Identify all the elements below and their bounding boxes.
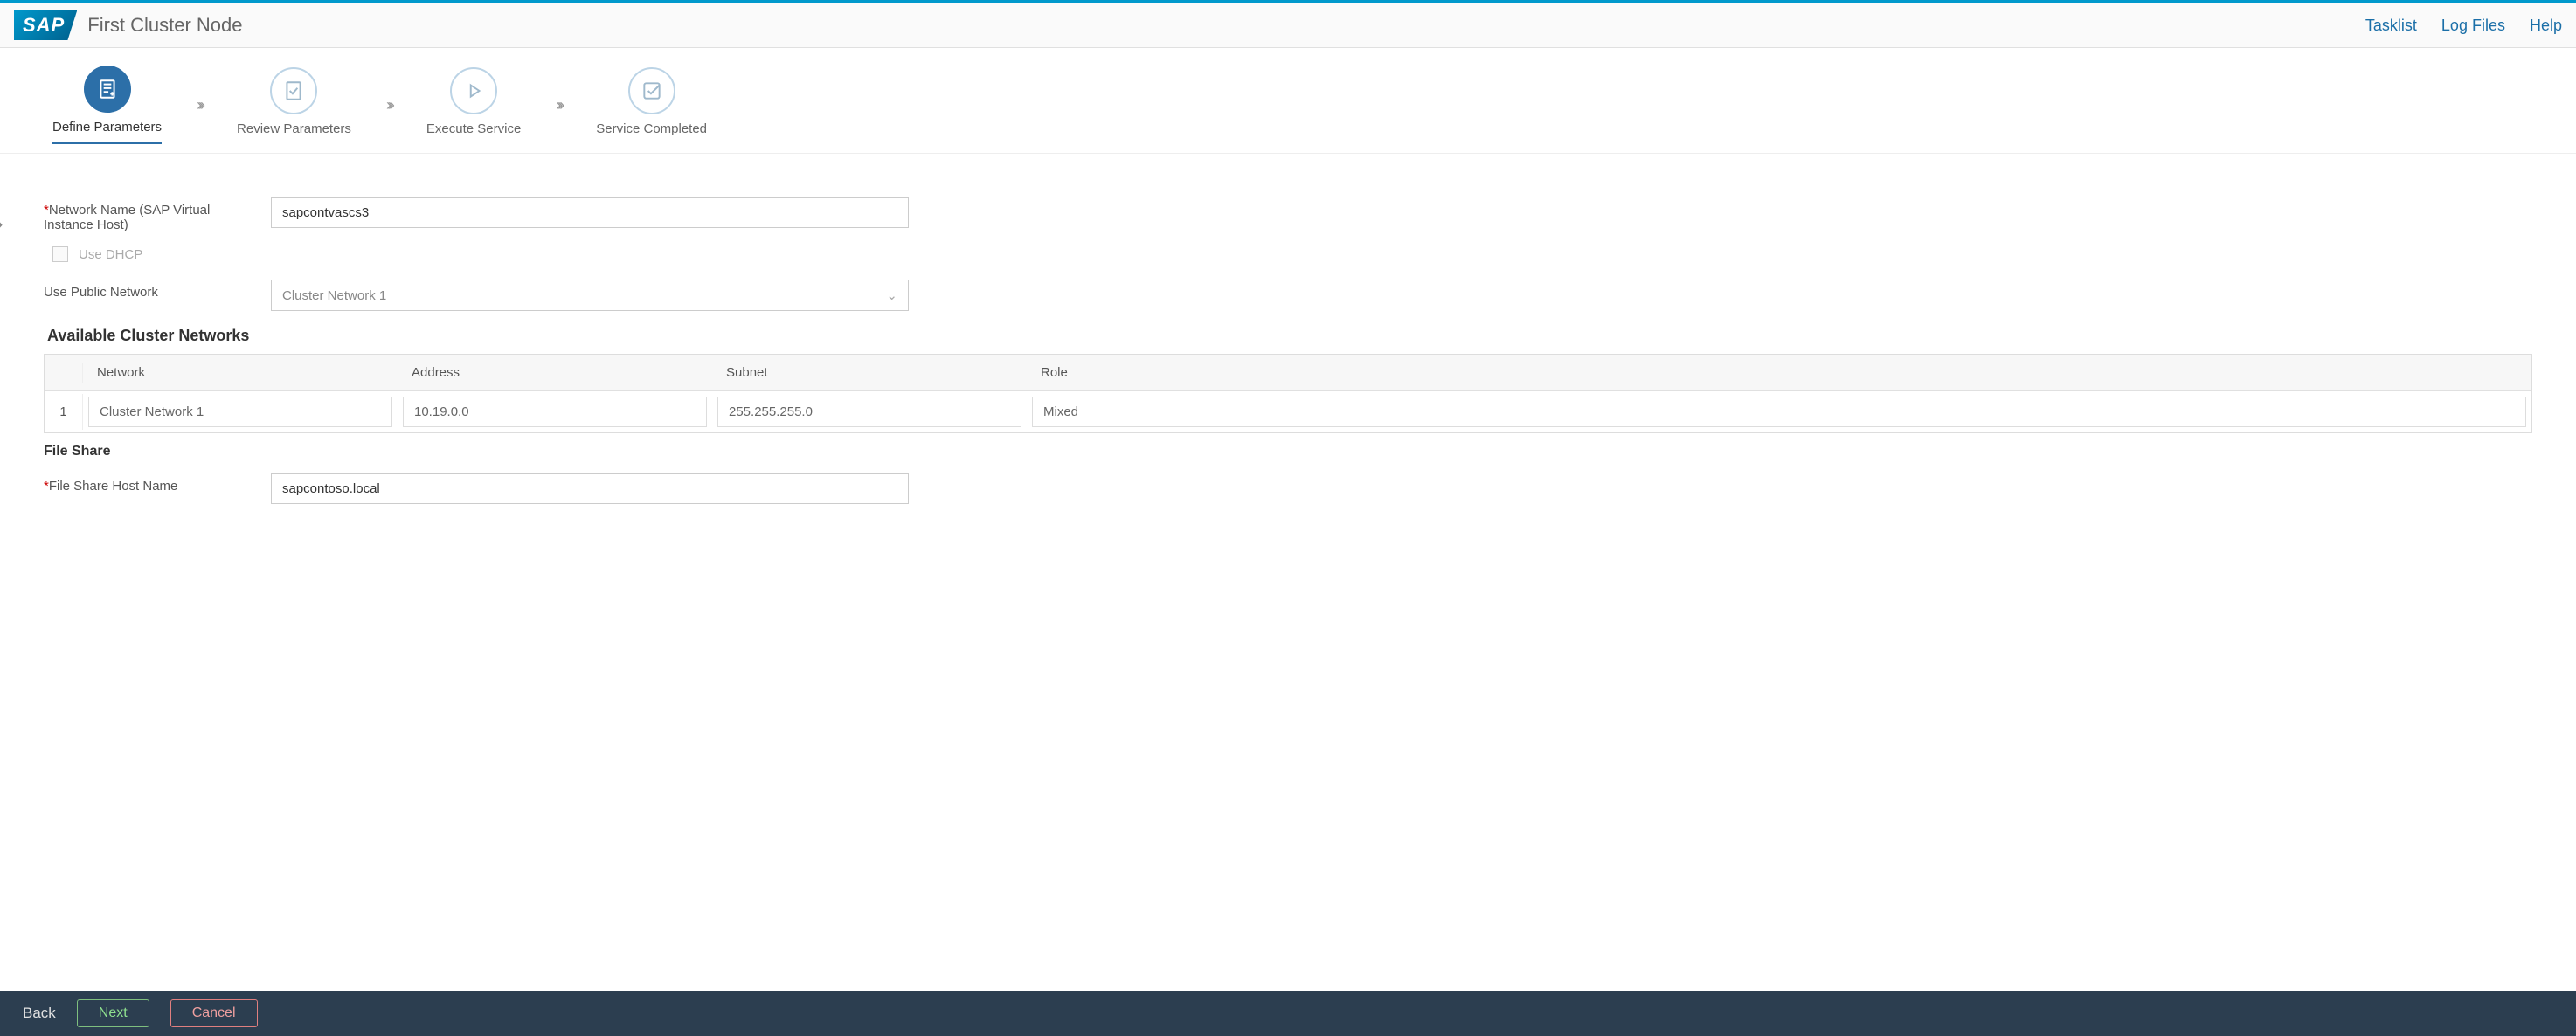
available-networks-heading: Available Cluster Networks bbox=[47, 327, 2532, 345]
file-share-host-input[interactable] bbox=[271, 473, 909, 504]
step-execute-service[interactable]: Execute Service bbox=[426, 67, 521, 143]
file-share-heading: File Share bbox=[44, 444, 2532, 459]
chevron-separator: ››› bbox=[197, 96, 202, 114]
page-title: First Cluster Node bbox=[87, 14, 242, 37]
step-label: Execute Service bbox=[426, 121, 521, 136]
wizard-stepper: Define Parameters ››› Review Parameters … bbox=[0, 48, 2576, 154]
use-public-network-label: Use Public Network bbox=[44, 280, 253, 300]
col-header-subnet: Subnet bbox=[712, 355, 1027, 390]
step-label: Review Parameters bbox=[237, 121, 351, 136]
use-dhcp-checkbox[interactable] bbox=[52, 246, 68, 262]
back-button[interactable]: Back bbox=[23, 1005, 56, 1022]
col-header-network: Network bbox=[83, 355, 398, 390]
checkbox-checked-icon bbox=[628, 67, 675, 114]
step-service-completed[interactable]: Service Completed bbox=[596, 67, 707, 143]
col-header-address: Address bbox=[398, 355, 712, 390]
play-icon bbox=[450, 67, 497, 114]
app-header: SAP First Cluster Node Tasklist Log File… bbox=[0, 3, 2576, 48]
step-review-parameters[interactable]: Review Parameters bbox=[237, 67, 351, 143]
step-label: Service Completed bbox=[596, 121, 707, 136]
footer-bar: Back Next Cancel bbox=[0, 991, 2576, 1036]
step-label: Define Parameters bbox=[52, 120, 162, 135]
document-check-icon bbox=[270, 67, 317, 114]
row-role-input[interactable] bbox=[1032, 397, 2526, 427]
row-index: 1 bbox=[45, 394, 83, 430]
row-network-input[interactable] bbox=[88, 397, 392, 427]
tasklist-link[interactable]: Tasklist bbox=[2365, 17, 2417, 35]
row-subnet-input[interactable] bbox=[717, 397, 1021, 427]
document-plus-icon bbox=[84, 66, 131, 113]
use-public-network-select[interactable]: Cluster Network 1 ⌄ bbox=[271, 280, 909, 311]
chevron-separator: ››› bbox=[556, 96, 561, 114]
use-dhcp-label: Use DHCP bbox=[79, 247, 142, 262]
next-button[interactable]: Next bbox=[77, 999, 149, 1027]
network-name-input[interactable] bbox=[271, 197, 909, 228]
sap-logo: SAP bbox=[14, 10, 77, 40]
table-row: 1 bbox=[45, 391, 2531, 432]
col-header-role: Role bbox=[1027, 355, 2531, 390]
help-link[interactable]: Help bbox=[2530, 17, 2562, 35]
cancel-button[interactable]: Cancel bbox=[170, 999, 258, 1027]
file-share-host-label: *File Share Host Name bbox=[44, 473, 253, 494]
step-define-parameters[interactable]: Define Parameters bbox=[52, 66, 162, 144]
chevron-separator: ››› bbox=[386, 96, 391, 114]
main-content: ›› *Network Name (SAP Virtual Instance H… bbox=[0, 154, 2576, 544]
logfiles-link[interactable]: Log Files bbox=[2441, 17, 2505, 35]
chevron-down-icon: ⌄ bbox=[886, 287, 897, 303]
cluster-networks-table: Network Address Subnet Role 1 bbox=[44, 354, 2532, 433]
row-address-input[interactable] bbox=[403, 397, 707, 427]
network-name-label: *Network Name (SAP Virtual Instance Host… bbox=[44, 197, 253, 232]
